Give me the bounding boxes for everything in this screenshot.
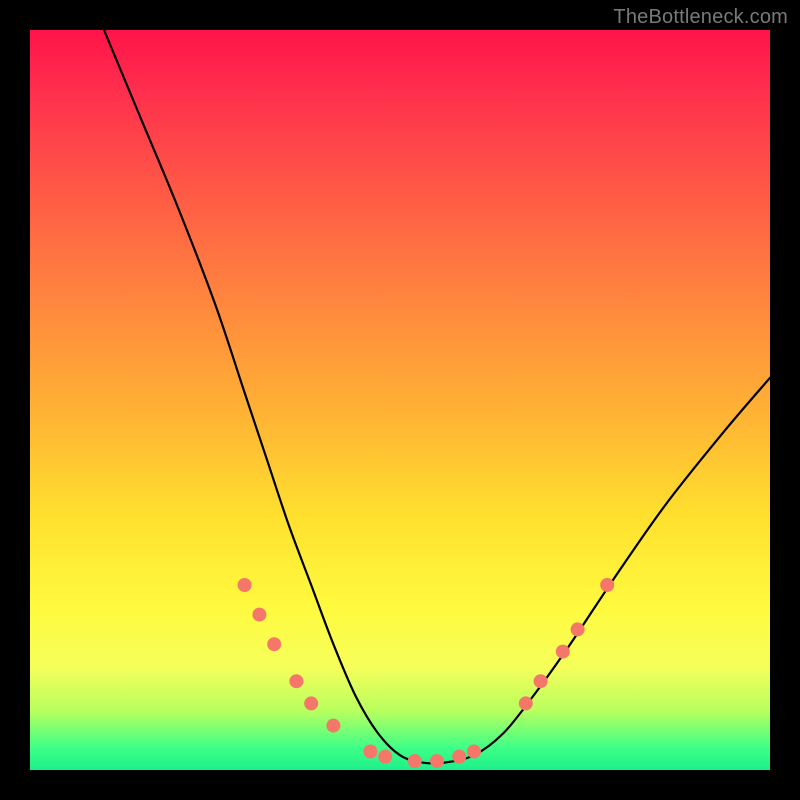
marker-dot [326,719,340,733]
curve-layer [30,30,770,770]
marker-dot [600,578,614,592]
marker-dot [534,674,548,688]
marker-dot [289,674,303,688]
marker-dot [467,745,481,759]
marker-dot [238,578,252,592]
plot-area [30,30,770,770]
marker-dot [452,750,466,764]
marker-dot [408,754,422,768]
marker-dot [430,754,444,768]
marker-dot [252,608,266,622]
highlighted-points [238,578,615,768]
marker-dot [378,750,392,764]
watermark-text: TheBottleneck.com [613,6,788,29]
chart-frame: TheBottleneck.com [0,0,800,800]
marker-dot [363,745,377,759]
marker-dot [571,622,585,636]
bottleneck-curve [104,30,770,764]
marker-dot [556,645,570,659]
marker-dot [519,696,533,710]
marker-dot [304,696,318,710]
marker-dot [267,637,281,651]
